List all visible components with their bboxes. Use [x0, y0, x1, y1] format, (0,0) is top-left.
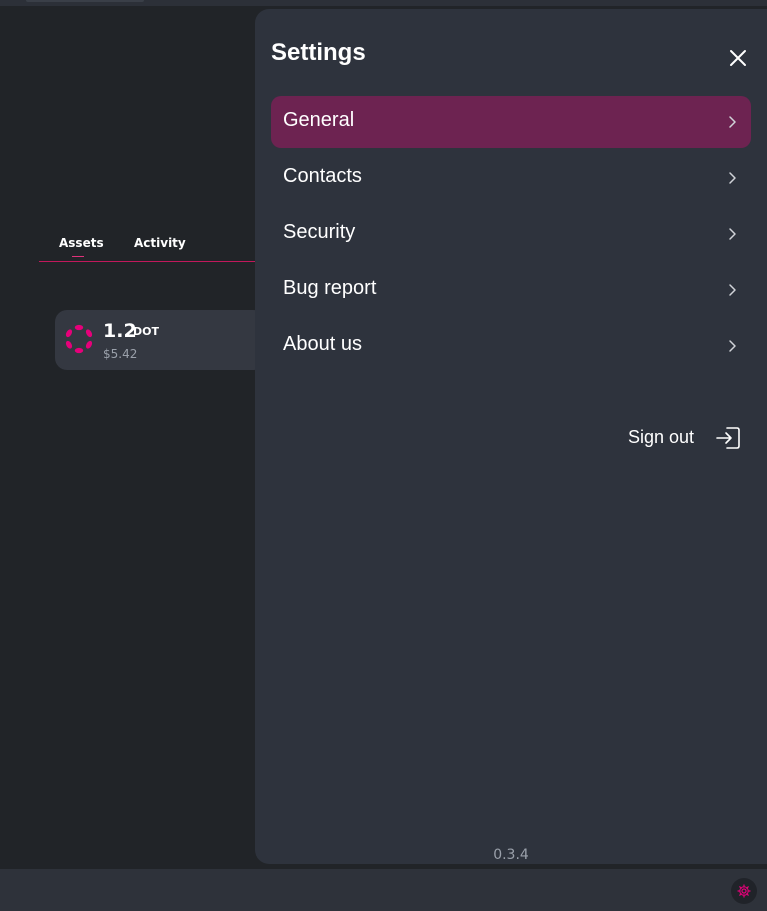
chevron-right-icon: [729, 172, 736, 184]
polkadot-logo-icon: [65, 324, 93, 354]
menu-item-security[interactable]: Security: [271, 208, 751, 260]
wallet-tabs: Assets Activity: [39, 232, 255, 262]
settings-drawer: Settings General Contacts Security Bug r…: [255, 9, 767, 864]
menu-item-general[interactable]: General: [271, 96, 751, 148]
asset-amount: 1.2: [103, 320, 137, 342]
close-button[interactable]: [723, 43, 753, 73]
menu-item-label: General: [283, 109, 355, 131]
bottom-bar: [0, 869, 767, 911]
sign-out-icon: [716, 427, 740, 449]
chevron-right-icon: [729, 284, 736, 296]
menu-item-contacts[interactable]: Contacts: [271, 152, 751, 204]
sign-out-button[interactable]: Sign out: [628, 424, 744, 454]
asset-fiat-value: $5.42: [103, 347, 138, 361]
tab-activity[interactable]: Activity: [134, 236, 186, 250]
asset-symbol: DOT: [133, 325, 159, 338]
menu-item-about-us[interactable]: About us: [271, 320, 751, 372]
asset-card-dot[interactable]: 1.2 DOT $5.42: [55, 310, 265, 370]
sign-out-label: Sign out: [628, 427, 695, 447]
top-tab-hint: [26, 0, 144, 2]
active-tab-indicator: [72, 256, 84, 257]
menu-item-bug-report[interactable]: Bug report: [271, 264, 751, 316]
close-icon: [730, 50, 746, 66]
app-version: 0.3.4: [493, 847, 529, 863]
chevron-right-icon: [729, 340, 736, 352]
menu-item-label: About us: [283, 333, 362, 355]
chevron-right-icon: [729, 116, 736, 128]
settings-button[interactable]: [731, 878, 757, 904]
settings-menu: General Contacts Security Bug report Abo…: [271, 96, 751, 376]
settings-title: Settings: [271, 39, 366, 66]
gear-icon: [737, 884, 751, 898]
chevron-right-icon: [729, 228, 736, 240]
menu-item-label: Security: [283, 221, 356, 243]
menu-item-label: Contacts: [283, 165, 362, 187]
menu-item-label: Bug report: [283, 277, 377, 299]
tab-assets[interactable]: Assets: [59, 236, 104, 250]
